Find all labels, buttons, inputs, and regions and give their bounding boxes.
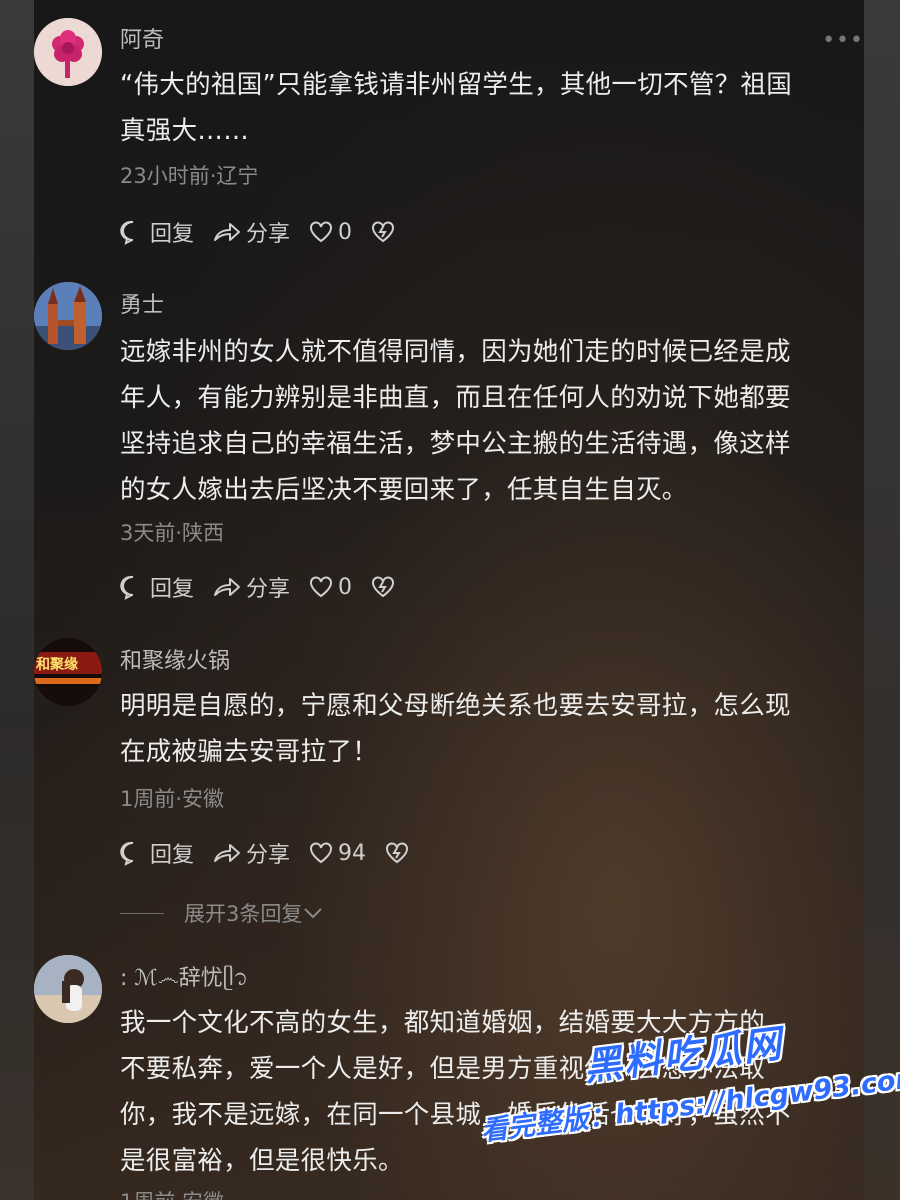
dislike-button[interactable] — [370, 575, 400, 599]
like-button[interactable]: 0 — [308, 220, 352, 245]
comment-text-line: 在成被骗去安哥拉了！ — [120, 737, 379, 767]
comment-text-line: 远嫁非州的女人就不值得同情，因为她们走的时候已经是成 — [120, 337, 791, 367]
share-button[interactable]: 分享 — [212, 837, 290, 869]
left-background-edge — [0, 0, 34, 1200]
share-label: 分享 — [246, 843, 291, 868]
comment-meta: 23小时前·辽宁 — [120, 164, 259, 188]
heart-icon — [310, 576, 333, 598]
avatar[interactable]: 和聚缘 — [34, 638, 102, 706]
dislike-button[interactable] — [370, 220, 400, 244]
reply-button[interactable]: 回复 — [120, 216, 194, 248]
heart-icon — [310, 842, 333, 864]
comment-text-line: 的女人嫁出去后坚决不要回来了，任其自生自灭。 — [120, 475, 688, 505]
share-arrow-icon — [214, 844, 241, 862]
like-count: 0 — [338, 219, 353, 245]
chat-bubble-icon — [120, 841, 134, 866]
like-count: 94 — [338, 840, 367, 866]
reply-button[interactable]: 回复 — [120, 571, 194, 603]
broken-heart-icon — [372, 576, 395, 598]
avatar[interactable] — [34, 955, 102, 1023]
restaurant-sign-avatar-icon: 和聚缘 — [34, 638, 102, 706]
comment-text-line: “伟大的祖国”只能拿钱请非州留学生，其他一切不管？祖国 — [120, 70, 793, 100]
like-button[interactable]: 94 — [308, 841, 366, 866]
avatar[interactable] — [34, 18, 102, 86]
comment-text: 明明是自愿的，宁愿和父母断绝关系也要去安哥拉，怎么现 在成被骗去安哥拉了！ — [120, 683, 860, 775]
divider — [120, 912, 164, 914]
reply-button[interactable]: 回复 — [120, 837, 194, 869]
username[interactable]: 阿奇 — [120, 22, 164, 54]
comment-meta: 3天前·陕西 — [120, 521, 225, 545]
comment-text-line: 坚持追求自己的幸福生活，梦中公主搬的生活待遇，像这样 — [120, 429, 791, 459]
comment-actions: 回复 分享 94 — [120, 838, 432, 868]
comment-text: “伟大的祖国”只能拿钱请非州留学生，其他一切不管？祖国 真强大…… — [120, 62, 860, 154]
expand-replies-label: 展开3条回复 — [184, 902, 303, 926]
chat-bubble-icon — [120, 575, 134, 600]
share-button[interactable]: 分享 — [212, 571, 290, 603]
comment-text-line: 明明是自愿的，宁愿和父母断绝关系也要去安哥拉，怎么现 — [120, 691, 791, 721]
chevron-down-icon — [304, 908, 323, 919]
restaurant-sign-text: 和聚缘 — [36, 656, 78, 673]
reply-label: 回复 — [150, 222, 195, 247]
share-label: 分享 — [246, 577, 291, 602]
girl-avatar-icon — [34, 955, 102, 1023]
reply-label: 回复 — [150, 843, 195, 868]
comment-text-line: 年人，有能力辨别是非曲直，而且在任何人的劝说下她都要 — [120, 383, 791, 413]
more-dots-icon[interactable]: ••• — [822, 28, 864, 53]
share-button[interactable]: 分享 — [212, 216, 290, 248]
castle-avatar-icon — [34, 282, 102, 350]
username[interactable]: : ℳ෴辞忧ᥫ᭡ — [120, 960, 248, 1001]
dislike-button[interactable] — [384, 841, 414, 865]
chat-bubble-icon — [120, 220, 134, 245]
broken-heart-icon — [372, 221, 395, 243]
avatar[interactable] — [34, 282, 102, 350]
expand-replies-button[interactable]: 展开3条回复 — [120, 898, 324, 928]
username[interactable]: 勇士 — [120, 287, 164, 319]
reply-label: 回复 — [150, 577, 195, 602]
heart-icon — [310, 221, 333, 243]
comment-meta: 1周前·安徽 — [120, 1186, 224, 1200]
like-count: 0 — [338, 574, 353, 600]
comment-actions: 回复 分享 0 — [120, 217, 418, 247]
username[interactable]: 和聚缘火锅 — [120, 643, 230, 675]
comment-text: 远嫁非州的女人就不值得同情，因为她们走的时候已经是成 年人，有能力辨别是非曲直，… — [120, 329, 860, 513]
comment-text-line: 真强大…… — [120, 116, 250, 146]
broken-heart-icon — [386, 842, 409, 864]
share-arrow-icon — [214, 578, 241, 596]
comment-actions: 回复 分享 0 — [120, 572, 418, 602]
share-arrow-icon — [214, 223, 241, 241]
comment-meta: 1周前·安徽 — [120, 787, 225, 811]
share-label: 分享 — [246, 222, 291, 247]
like-button[interactable]: 0 — [308, 575, 352, 600]
rose-avatar-icon — [34, 18, 102, 86]
